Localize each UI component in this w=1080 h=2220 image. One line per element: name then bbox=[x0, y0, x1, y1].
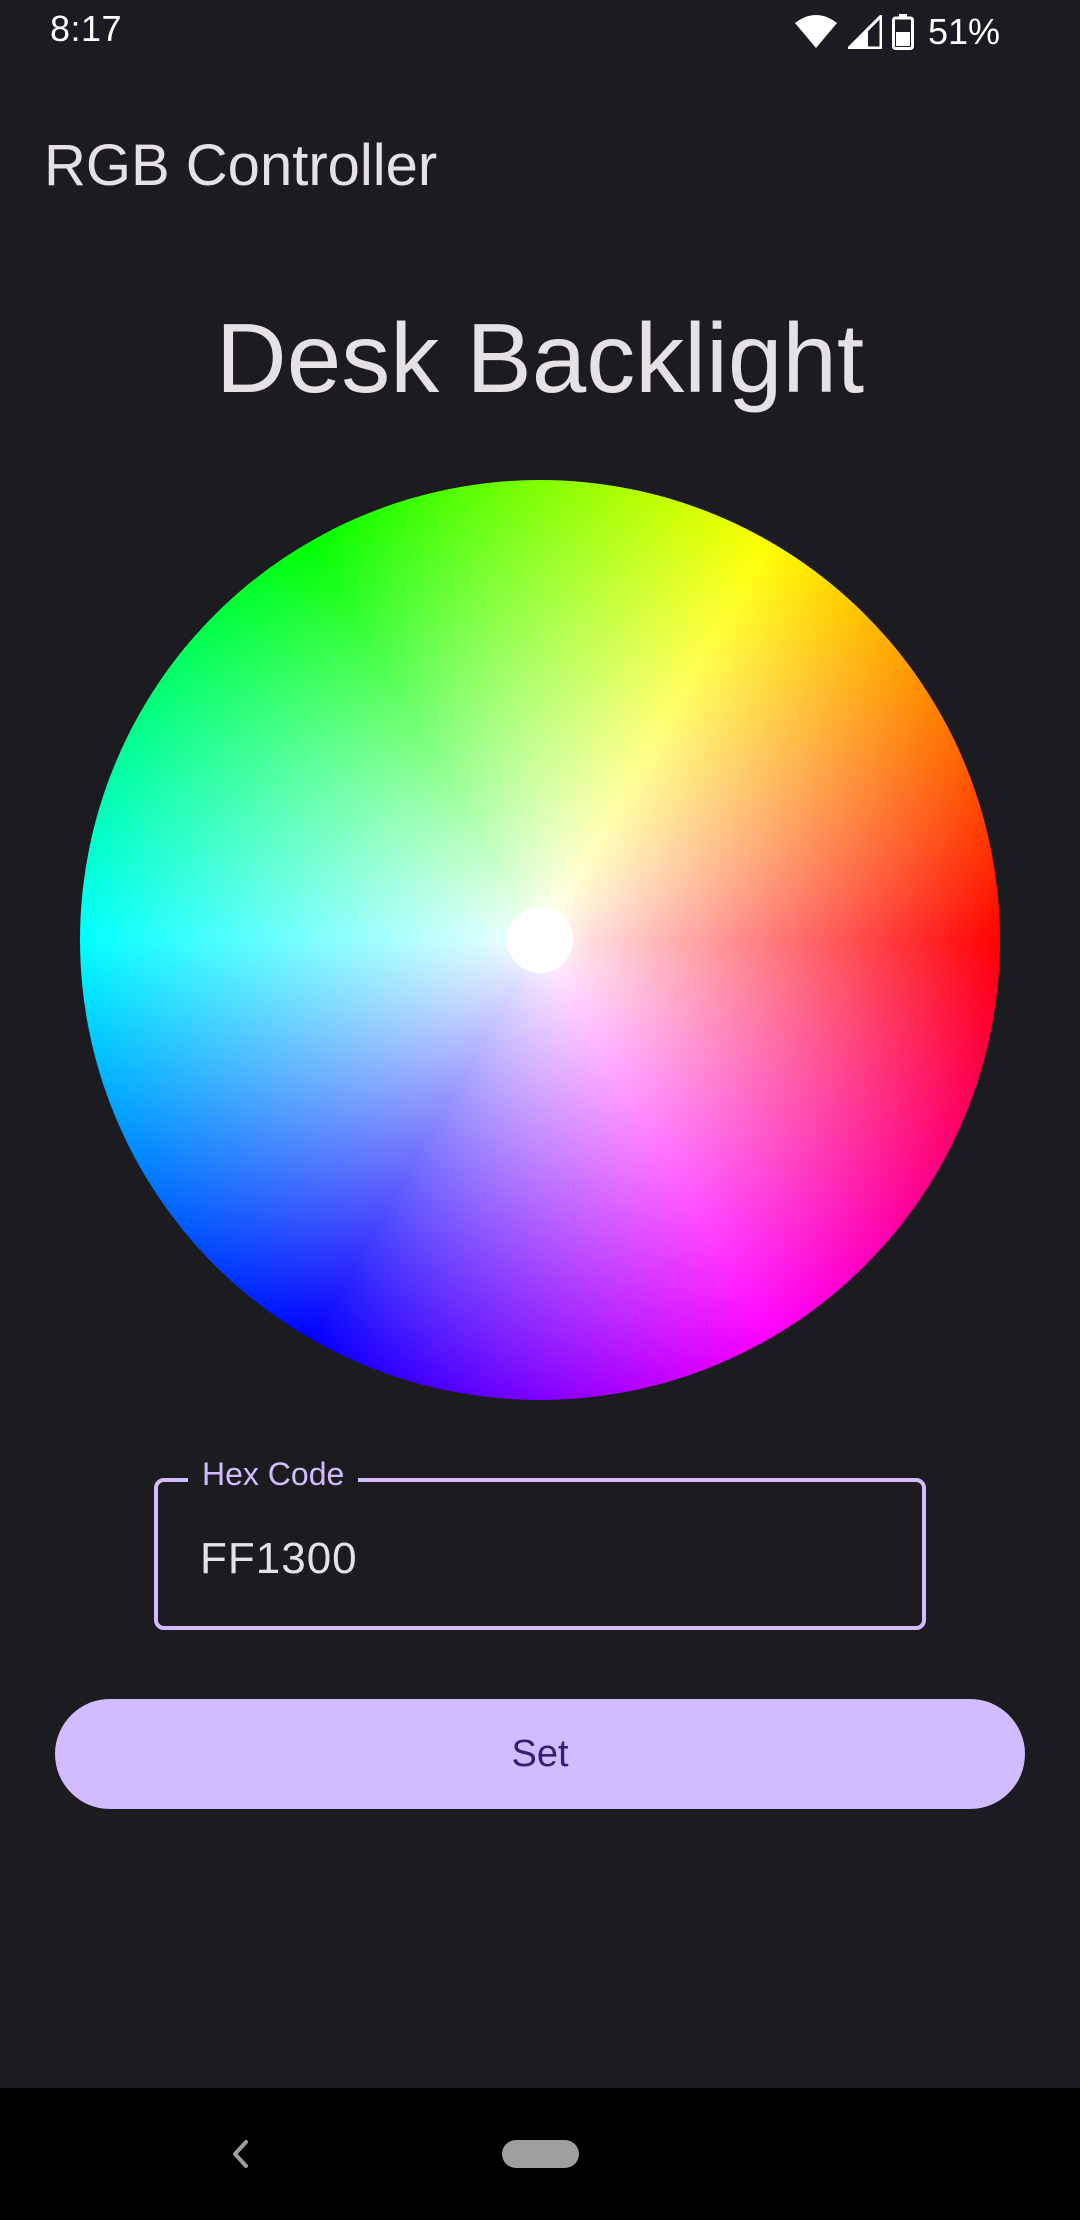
status-time: 8:17 bbox=[50, 8, 123, 49]
battery-percentage: 51% bbox=[927, 11, 1000, 52]
color-wheel-handle[interactable] bbox=[507, 907, 573, 973]
app-title: RGB Controller bbox=[44, 133, 438, 198]
hex-code-field[interactable]: Hex Code FF1300 bbox=[154, 1456, 926, 1630]
navigation-bar bbox=[0, 2088, 1080, 2220]
status-bar: 8:17 51% bbox=[0, 0, 1080, 66]
device-name: Desk Backlight bbox=[215, 303, 865, 413]
back-icon[interactable] bbox=[222, 2132, 258, 2176]
battery-icon bbox=[891, 14, 914, 50]
status-icons: 51% bbox=[794, 11, 1000, 52]
signal-icon bbox=[847, 15, 882, 49]
wifi-icon bbox=[794, 15, 838, 49]
set-button[interactable]: Set bbox=[55, 1699, 1025, 1809]
home-pill[interactable] bbox=[502, 2140, 579, 2168]
hex-code-input[interactable]: FF1300 bbox=[200, 1534, 358, 1584]
hex-code-label: Hex Code bbox=[188, 1456, 359, 1493]
